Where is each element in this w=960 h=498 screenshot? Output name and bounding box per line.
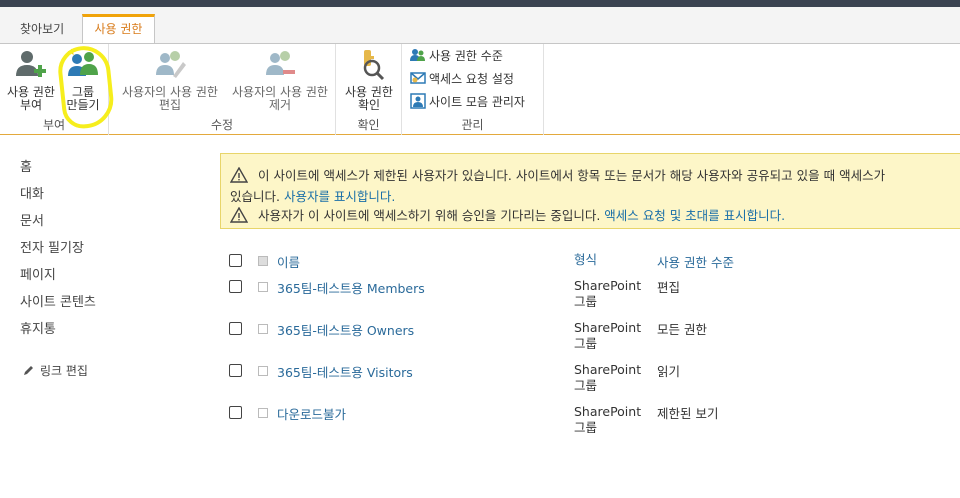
row-type: SharePoint 그룹 — [574, 320, 641, 352]
access-notice-banner: 이 사이트에 액세스가 제한된 사용자가 있습니다. 사이트에서 항목 또는 문… — [220, 153, 960, 229]
grant-permissions-button[interactable]: 사용 권한 부여 — [3, 48, 59, 112]
notice-line-2-prefix: 있습니다. — [230, 189, 284, 204]
ribbon-group-manage: 사용 권한 수준 액세스 요청 설정 사이트 모음 관리자 관리 — [402, 44, 544, 135]
warning-icon — [230, 167, 248, 183]
user-edit-icon — [156, 51, 186, 78]
row-checkbox[interactable] — [229, 406, 242, 419]
site-collection-admins-button[interactable]: 사이트 모음 관리자 — [410, 92, 525, 112]
access-request-settings-button[interactable]: 액세스 요청 설정 — [410, 69, 514, 89]
permission-levels-label: 사용 권한 수준 — [429, 49, 503, 63]
warning-icon — [230, 207, 248, 223]
row-type-1: SharePoint — [574, 404, 642, 419]
row-type-2: 그룹 — [574, 378, 598, 393]
row-type: SharePoint 그룹 — [574, 362, 641, 394]
site-admins-icon — [410, 93, 426, 109]
ribbon-group-check: 사용 권한 확인 확인 — [336, 44, 402, 135]
access-request-icon — [410, 72, 426, 84]
check-label-2: 확인 — [357, 98, 381, 112]
header-type[interactable]: 형식 — [574, 252, 597, 268]
group-label-modify: 수정 — [210, 118, 234, 132]
access-request-label: 액세스 요청 설정 — [429, 72, 514, 86]
notice-line-3: 사용자가 이 사이트에 액세스하기 위해 승인을 기다리는 중입니다. 액세스 … — [230, 205, 785, 224]
group-label-check: 확인 — [357, 118, 380, 132]
row-permission: 제한된 보기 — [657, 406, 719, 421]
row-checkbox[interactable] — [229, 322, 242, 335]
row-item-checkbox[interactable] — [258, 282, 268, 292]
edit-links-button[interactable]: 링크 편집 — [22, 362, 88, 379]
row-item-checkbox[interactable] — [258, 324, 268, 334]
row-name-link[interactable]: 365팀-테스트용 Owners — [277, 320, 414, 339]
notice-line-2: 있습니다. 사용자를 표시합니다. — [230, 186, 395, 205]
notice-line-1-text: 이 사이트에 액세스가 제한된 사용자가 있습니다. 사이트에서 항목 또는 문… — [258, 168, 886, 183]
edit-user-permissions-button[interactable]: 사용자의 사용 권한 편집 — [115, 48, 225, 112]
user-add-icon — [16, 51, 46, 77]
remove-user-permissions-button[interactable]: 사용자의 사용 권한 제거 — [225, 48, 335, 112]
show-access-requests-link[interactable]: 액세스 요청 및 초대를 표시합니다. — [604, 208, 785, 223]
edit-links-label: 링크 편집 — [40, 364, 88, 378]
pencil-icon — [24, 366, 33, 375]
tab-browse[interactable]: 찾아보기 — [10, 15, 74, 44]
row-type-2: 그룹 — [574, 294, 598, 309]
row-permission: 모든 권한 — [657, 322, 707, 337]
ribbon: 사용 권한 부여 그룹 만들기 부여 사용자의 사용 권한 편집 사용자의 사용… — [0, 43, 960, 135]
grant-label-1: 사용 권한 — [7, 85, 55, 99]
nav-item-conversations[interactable]: 대화 — [20, 187, 96, 214]
key-search-icon — [363, 50, 385, 81]
left-navigation: 홈 대화 문서 전자 필기장 페이지 사이트 콘텐츠 휴지통 — [20, 160, 96, 349]
edit-user-label-1: 사용자의 사용 권한 — [122, 85, 218, 99]
row-item-checkbox[interactable] — [258, 408, 268, 418]
row-type-1: SharePoint — [574, 278, 642, 293]
row-type: SharePoint 그룹 — [574, 404, 641, 436]
row-permission: 편집 — [657, 280, 681, 295]
row-permission: 읽기 — [657, 364, 681, 379]
permission-levels-icon — [410, 49, 425, 61]
nav-item-documents[interactable]: 문서 — [20, 214, 96, 241]
row-name-link[interactable]: 365팀-테스트용 Members — [277, 278, 425, 297]
suite-bar — [0, 0, 960, 7]
row-type-2: 그룹 — [574, 336, 598, 351]
remove-user-label-1: 사용자의 사용 권한 — [232, 85, 328, 99]
row-type-1: SharePoint — [574, 320, 642, 335]
show-users-link[interactable]: 사용자를 표시합니다. — [284, 189, 395, 204]
permission-levels-button[interactable]: 사용 권한 수준 — [410, 46, 503, 66]
row-name-link[interactable]: 365팀-테스트용 Visitors — [277, 362, 413, 381]
grant-label-2: 부여 — [19, 98, 43, 112]
site-admins-label: 사이트 모음 관리자 — [429, 95, 525, 109]
header-name[interactable]: 이름 — [277, 252, 300, 271]
nav-item-recycle-bin[interactable]: 휴지통 — [20, 322, 96, 349]
user-remove-icon — [266, 51, 295, 75]
row-checkbox[interactable] — [229, 280, 242, 293]
row-checkbox[interactable] — [229, 364, 242, 377]
select-all-checkbox[interactable] — [229, 254, 242, 267]
row-item-checkbox[interactable] — [258, 366, 268, 376]
nav-item-pages[interactable]: 페이지 — [20, 268, 96, 295]
edit-user-label-2: 편집 — [158, 98, 182, 112]
ribbon-tabstrip: 찾아보기 사용 권한 — [0, 7, 960, 44]
nav-item-site-contents[interactable]: 사이트 콘텐츠 — [20, 295, 96, 322]
row-type-2: 그룹 — [574, 420, 598, 435]
notice-line-1: 이 사이트에 액세스가 제한된 사용자가 있습니다. 사이트에서 항목 또는 문… — [230, 165, 885, 184]
check-label-1: 사용 권한 — [345, 85, 393, 99]
row-name-link[interactable]: 다운로드불가 — [277, 404, 346, 423]
header-item-checkbox — [258, 256, 268, 266]
group-label-manage: 관리 — [461, 118, 484, 132]
remove-user-label-2: 제거 — [268, 98, 292, 112]
row-type: SharePoint 그룹 — [574, 278, 641, 310]
check-permissions-button[interactable]: 사용 권한 확인 — [340, 48, 398, 112]
notice-line-3-text: 사용자가 이 사이트에 액세스하기 위해 승인을 기다리는 중입니다. — [258, 208, 605, 223]
nav-item-notebook[interactable]: 전자 필기장 — [20, 241, 96, 268]
header-permission[interactable]: 사용 권한 수준 — [657, 252, 734, 271]
row-type-1: SharePoint — [574, 362, 642, 377]
ribbon-group-modify: 사용자의 사용 권한 편집 사용자의 사용 권한 제거 수정 — [109, 44, 336, 135]
tab-permissions[interactable]: 사용 권한 — [82, 14, 155, 44]
nav-item-home[interactable]: 홈 — [20, 160, 96, 187]
